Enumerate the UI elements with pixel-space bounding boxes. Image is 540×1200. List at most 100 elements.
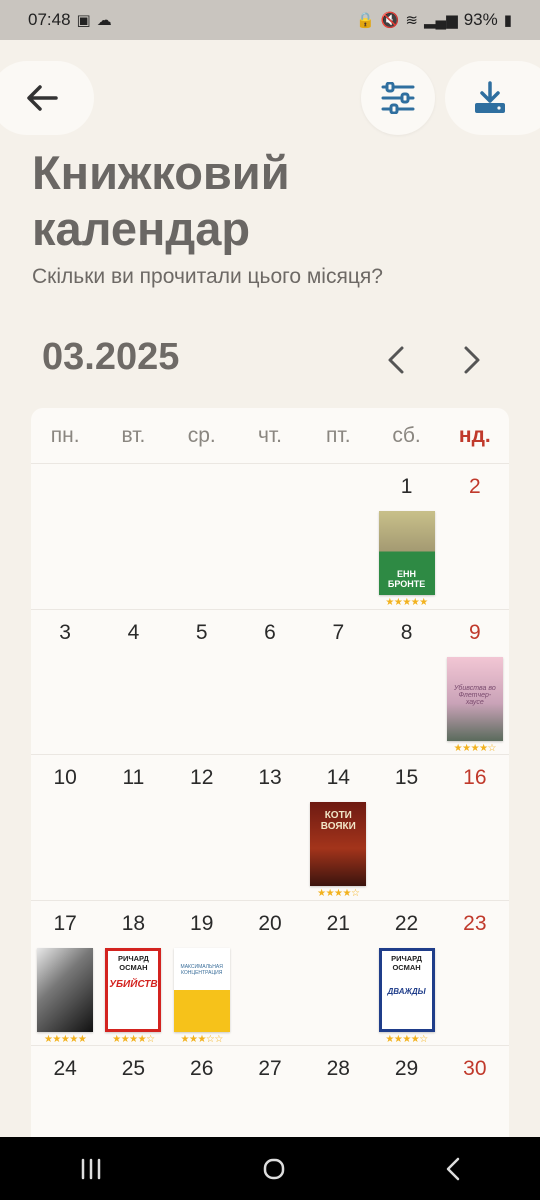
calendar-week: 17 ★★★★★ 18 РИЧАРД ОСМАН УБИЙСТВ ★★★★☆ 1… — [31, 901, 509, 1047]
calendar-day[interactable]: 16 — [441, 755, 509, 900]
rating-stars: ★★★★★ — [385, 597, 428, 608]
status-time: 07:48 — [28, 10, 71, 29]
back-button[interactable] — [0, 61, 94, 135]
calendar-day[interactable]: 17 ★★★★★ — [31, 901, 99, 1046]
weekday-label: вт. — [121, 423, 146, 447]
calendar-day[interactable]: 30 — [441, 1046, 509, 1138]
calendar-day[interactable]: 13 — [236, 755, 304, 900]
weekday-label: чт. — [257, 423, 283, 447]
chevron-right-icon — [464, 346, 480, 374]
day-number: 19 — [190, 911, 214, 935]
book-cover-text: КОТИ ВОЯКИ — [320, 810, 356, 833]
calendar-week: 24 25 26 27 28 29 30 — [31, 1046, 509, 1138]
weekday-label: сб. — [392, 423, 421, 447]
rating-stars: ★★★★☆ — [317, 888, 360, 900]
book-cover-subtext: УБИЙСТВ — [109, 978, 158, 990]
calendar-day[interactable]: 12 — [168, 755, 236, 900]
book-cover-text: Убивства во Флетчер-хаусе — [453, 684, 496, 706]
calendar-day[interactable]: 29 — [372, 1046, 440, 1138]
filter-button[interactable] — [361, 61, 435, 135]
day-number: 24 — [53, 1057, 77, 1081]
page-title: Книжковий календар — [32, 146, 290, 255]
calendar-day[interactable]: 15 — [372, 755, 440, 900]
weekday-label-sunday: нд. — [458, 423, 491, 447]
rating-stars: ★★★★★ — [43, 1033, 87, 1045]
day-number: 23 — [463, 911, 487, 935]
calendar-day[interactable]: 18 РИЧАРД ОСМАН УБИЙСТВ ★★★★☆ — [99, 901, 167, 1046]
calendar-day[interactable]: 27 — [236, 1046, 304, 1138]
book-cover[interactable]: Убивства во Флетчер-хаусе — [446, 656, 503, 741]
calendar-day[interactable]: 5 — [168, 610, 236, 755]
calendar-day[interactable]: 28 — [304, 1046, 372, 1138]
cloud-icon: ☁ — [96, 11, 112, 29]
calendar-day[interactable]: 7 — [304, 610, 372, 755]
day-number: 4 — [127, 620, 140, 644]
calendar-day[interactable]: 3 — [31, 610, 99, 755]
wifi-icon: ≋ — [405, 11, 418, 29]
calendar-day[interactable]: 21 — [304, 901, 372, 1046]
calendar-grid: пн. вт. ср. чт. пт. сб. нд. 1 ЕНН БРОНТЕ… — [31, 408, 509, 1138]
recent-apps-icon[interactable] — [79, 1158, 103, 1180]
day-number: 14 — [326, 766, 350, 790]
calendar-day[interactable]: 19 МАКСИМАЛЬНАЯ КОНЦЕНТРАЦИЯ ★★★☆☆ — [168, 901, 236, 1046]
download-button[interactable] — [445, 61, 540, 135]
chevron-left-icon — [388, 346, 404, 374]
day-number: 2 — [469, 475, 481, 498]
calendar-day[interactable]: 26 — [168, 1046, 236, 1138]
book-cover[interactable]: КОТИ ВОЯКИ — [310, 802, 367, 887]
calendar-day-empty — [99, 464, 167, 609]
day-number: 16 — [463, 766, 487, 790]
day-number: 30 — [463, 1057, 487, 1081]
day-number: 22 — [394, 911, 419, 935]
page-subtitle: Скільки ви прочитали цього місяця? — [32, 265, 383, 288]
calendar-day[interactable]: 10 — [31, 755, 99, 900]
system-nav-bar — [0, 1137, 540, 1200]
prev-month-button[interactable] — [376, 340, 416, 380]
book-cover[interactable]: РИЧАРД ОСМАН ДВАЖДЫ — [378, 947, 435, 1032]
calendar-day[interactable]: 8 — [372, 610, 440, 755]
rating-stars: ★★★☆☆ — [180, 1033, 224, 1045]
calendar-day[interactable]: 22 РИЧАРД ОСМАН ДВАЖДЫ ★★★★☆ — [372, 901, 440, 1046]
calendar-week: 10 11 12 13 14 КОТИ ВОЯКИ ★★★★☆ 15 16 — [31, 755, 509, 901]
battery-level: 93% — [463, 10, 498, 29]
calendar-day[interactable]: 24 — [31, 1046, 99, 1138]
signal-icon: ▂▄▆ — [424, 11, 458, 29]
weekday-label: пн. — [50, 423, 80, 447]
rating-stars: ★★★★☆ — [112, 1033, 155, 1045]
calendar-day[interactable]: 2 — [441, 464, 509, 609]
calendar-day[interactable]: 23 — [441, 901, 509, 1046]
day-number: 13 — [258, 766, 282, 790]
book-cover-text: РИЧАРД ОСМАН — [391, 953, 423, 972]
book-cover[interactable] — [37, 947, 94, 1032]
calendar-week: 3 4 5 6 7 8 9 Убивства во Флетчер-хаусе … — [31, 610, 509, 756]
weekday-label: пт. — [326, 423, 351, 447]
rating-stars: ★★★★☆ — [385, 1033, 428, 1045]
calendar-day[interactable]: 14 КОТИ ВОЯКИ ★★★★☆ — [304, 755, 372, 900]
day-number: 6 — [264, 620, 276, 644]
calendar-day[interactable]: 11 — [99, 755, 167, 900]
book-cover[interactable]: РИЧАРД ОСМАН УБИЙСТВ — [105, 947, 162, 1032]
calendar-day[interactable]: 1 ЕНН БРОНТЕ ★★★★★ — [372, 464, 440, 609]
day-number: 11 — [122, 766, 145, 790]
next-month-button[interactable] — [452, 340, 492, 380]
calendar-day[interactable]: 25 — [99, 1046, 167, 1138]
home-icon[interactable] — [262, 1157, 286, 1181]
calendar-day[interactable]: 4 — [99, 610, 167, 755]
day-number: 5 — [195, 620, 208, 644]
back-nav-icon[interactable] — [445, 1157, 461, 1181]
day-number: 1 — [400, 475, 413, 498]
book-cover-subtext: ДВАЖДЫ — [387, 986, 426, 996]
calendar-day[interactable]: 9 Убивства во Флетчер-хаусе ★★★★☆ — [441, 610, 509, 755]
rating-stars: ★★★★☆ — [453, 742, 497, 754]
arrow-left-icon — [27, 85, 58, 111]
book-cover[interactable]: МАКСИМАЛЬНАЯ КОНЦЕНТРАЦИЯ — [173, 947, 230, 1032]
calendar-day[interactable]: 20 — [236, 901, 304, 1046]
calendar-day[interactable]: 6 — [236, 610, 304, 755]
mute-icon: 🔇 — [380, 11, 400, 29]
day-number: 18 — [121, 911, 146, 935]
day-number: 29 — [394, 1057, 419, 1081]
book-cover[interactable]: ЕНН БРОНТЕ — [378, 511, 435, 595]
day-number: 27 — [258, 1057, 282, 1081]
calendar-week: 1 ЕНН БРОНТЕ ★★★★★ 2 — [31, 464, 509, 610]
lock-icon: 🔒 — [356, 11, 375, 29]
